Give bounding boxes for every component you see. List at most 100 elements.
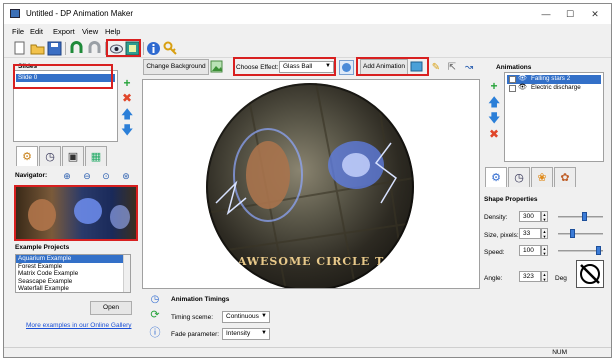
animation-item[interactable]: 👁 Falling stars 2 bbox=[507, 75, 601, 84]
effect-settings-icon[interactable] bbox=[339, 60, 354, 75]
info-icon[interactable] bbox=[146, 41, 161, 56]
tab-timing-clock-icon[interactable]: ◷ bbox=[39, 146, 61, 166]
density-slider[interactable] bbox=[558, 216, 603, 218]
banner-text: AWESOME CIRCLE T bbox=[237, 255, 385, 268]
density-slider-thumb[interactable] bbox=[582, 212, 587, 221]
toolbar-separator bbox=[65, 42, 66, 55]
example-item[interactable]: Matrix Code Example bbox=[16, 270, 130, 278]
tab-palette-icon[interactable]: ✿ bbox=[554, 167, 576, 187]
menu-bar: File Edit Export View Help bbox=[4, 26, 611, 38]
online-gallery-link[interactable]: More examples in our Online Gallery bbox=[26, 322, 132, 329]
angle-spinner[interactable]: ▲ ▼ bbox=[541, 271, 548, 282]
animation-item-label: Falling stars 2 bbox=[531, 75, 571, 82]
size-input[interactable]: 33 bbox=[519, 228, 541, 239]
title-bar: Untitled - DP Animation Maker — ☐ ✕ bbox=[4, 4, 611, 24]
app-icon bbox=[10, 9, 20, 18]
move-up-icon[interactable]: 🡅 bbox=[121, 108, 133, 120]
eye-icon[interactable]: 👁 bbox=[518, 75, 527, 83]
change-background-button[interactable]: Change Background bbox=[143, 59, 209, 75]
animations-title: Animations bbox=[496, 64, 532, 71]
refresh-icon: ⟳ bbox=[150, 309, 160, 321]
zoom-in-icon[interactable]: ⊕ bbox=[61, 170, 73, 182]
animation-item[interactable]: 👁 Electric discharge bbox=[507, 84, 601, 93]
window-title: Untitled - DP Animation Maker bbox=[26, 9, 134, 18]
open-button[interactable]: Open bbox=[90, 301, 132, 315]
close-button[interactable]: ✕ bbox=[588, 7, 602, 21]
example-item[interactable]: Forest Example bbox=[16, 263, 130, 271]
animation-item-label: Electric discharge bbox=[531, 84, 581, 91]
examples-scrollbar[interactable] bbox=[123, 255, 130, 292]
zoom-actual-icon[interactable]: ⊛ bbox=[120, 170, 132, 182]
example-item[interactable]: Waterfall Example bbox=[16, 285, 130, 292]
angle-dial[interactable] bbox=[576, 260, 604, 288]
transform-icon[interactable]: ⇱ bbox=[446, 62, 458, 74]
help-icon[interactable]: ⓘ bbox=[149, 327, 161, 339]
animation-checkbox[interactable] bbox=[509, 85, 516, 92]
size-label: Size, pixels: bbox=[484, 232, 519, 239]
menu-edit[interactable]: Edit bbox=[30, 27, 43, 36]
redo-icon[interactable] bbox=[87, 41, 102, 56]
speed-input[interactable]: 100 bbox=[519, 245, 541, 256]
example-item[interactable]: Aquarium Example bbox=[16, 255, 130, 263]
tab-camera-icon[interactable]: ▣ bbox=[62, 146, 84, 166]
maximize-button[interactable]: ☐ bbox=[563, 7, 577, 21]
tab-settings-gear-icon[interactable]: ⚙ bbox=[16, 146, 38, 166]
tab-shape-gear-icon[interactable]: ⚙ bbox=[485, 167, 507, 187]
animations-list: 👁 Falling stars 2 👁 Electric discharge bbox=[504, 72, 604, 162]
zoom-fit-icon[interactable]: ⊙ bbox=[100, 170, 112, 182]
size-slider[interactable] bbox=[558, 233, 603, 235]
example-item[interactable]: Seascape Example bbox=[16, 278, 130, 286]
new-file-icon[interactable] bbox=[12, 41, 27, 56]
fade-label: Fade parameter: bbox=[171, 331, 220, 338]
save-icon[interactable] bbox=[47, 41, 62, 56]
size-spinner[interactable]: ▲ ▼ bbox=[541, 228, 548, 239]
navigator-thumbnail[interactable] bbox=[14, 185, 138, 241]
density-spinner[interactable]: ▲ ▼ bbox=[541, 211, 548, 222]
speed-spinner[interactable]: ▲ ▼ bbox=[541, 245, 548, 256]
move-down-icon[interactable]: 🡇 bbox=[488, 112, 500, 124]
angle-label: Angle: bbox=[484, 275, 503, 282]
density-input[interactable]: 300 bbox=[519, 211, 541, 222]
add-slide-icon[interactable]: + bbox=[121, 77, 133, 89]
fade-select[interactable]: Intensity ▼ bbox=[222, 328, 270, 340]
undo-icon[interactable] bbox=[69, 41, 84, 56]
fade-value: Intensity bbox=[226, 330, 251, 337]
zoom-out-icon[interactable]: ⊖ bbox=[81, 170, 93, 182]
speed-slider-thumb[interactable] bbox=[596, 246, 601, 255]
chevron-down-icon: ▼ bbox=[261, 313, 267, 319]
density-label: Density: bbox=[484, 214, 508, 221]
size-slider-thumb[interactable] bbox=[570, 229, 575, 238]
tab-image-icon[interactable]: ▦ bbox=[85, 146, 107, 166]
tab-flame-icon[interactable]: ❀ bbox=[531, 167, 553, 187]
glass-ball-preview: AWESOME CIRCLE T bbox=[206, 83, 414, 288]
menu-view[interactable]: View bbox=[82, 27, 98, 36]
animation-checkbox[interactable] bbox=[509, 76, 516, 83]
highlight-box bbox=[356, 57, 429, 76]
angle-input[interactable]: 323 bbox=[519, 271, 541, 282]
main-toolbar bbox=[4, 39, 611, 58]
animation-canvas[interactable]: AWESOME CIRCLE T bbox=[142, 79, 480, 289]
num-lock-indicator: NUM bbox=[552, 349, 567, 356]
menu-help[interactable]: Help bbox=[105, 27, 120, 36]
toolbar-separator bbox=[143, 42, 144, 55]
menu-file[interactable]: File bbox=[12, 27, 24, 36]
tab-clock-icon[interactable]: ◷ bbox=[508, 167, 530, 187]
timing-scene-select[interactable]: Continuous ▼ bbox=[222, 311, 270, 323]
timing-scene-label: Timing sceme: bbox=[171, 314, 214, 321]
open-folder-icon[interactable] bbox=[30, 41, 45, 56]
move-down-icon[interactable]: 🡇 bbox=[121, 124, 133, 136]
menu-export[interactable]: Export bbox=[53, 27, 75, 36]
highlight-box bbox=[13, 64, 113, 89]
delete-slide-icon[interactable]: ✖ bbox=[121, 92, 133, 104]
move-up-icon[interactable]: 🡅 bbox=[488, 96, 500, 108]
delete-animation-icon[interactable]: ✖ bbox=[488, 128, 500, 140]
key-icon[interactable] bbox=[163, 41, 178, 56]
speed-label: Speed: bbox=[484, 249, 505, 256]
eye-icon[interactable]: 👁 bbox=[518, 84, 527, 92]
minimize-button[interactable]: — bbox=[539, 7, 553, 21]
path-icon[interactable]: ↝ bbox=[463, 62, 475, 74]
add-animation-icon[interactable]: + bbox=[488, 80, 500, 92]
edit-pencil-icon[interactable]: ✎ bbox=[430, 62, 442, 74]
deg-label: Deg bbox=[555, 275, 567, 282]
background-image-icon[interactable] bbox=[210, 60, 225, 75]
